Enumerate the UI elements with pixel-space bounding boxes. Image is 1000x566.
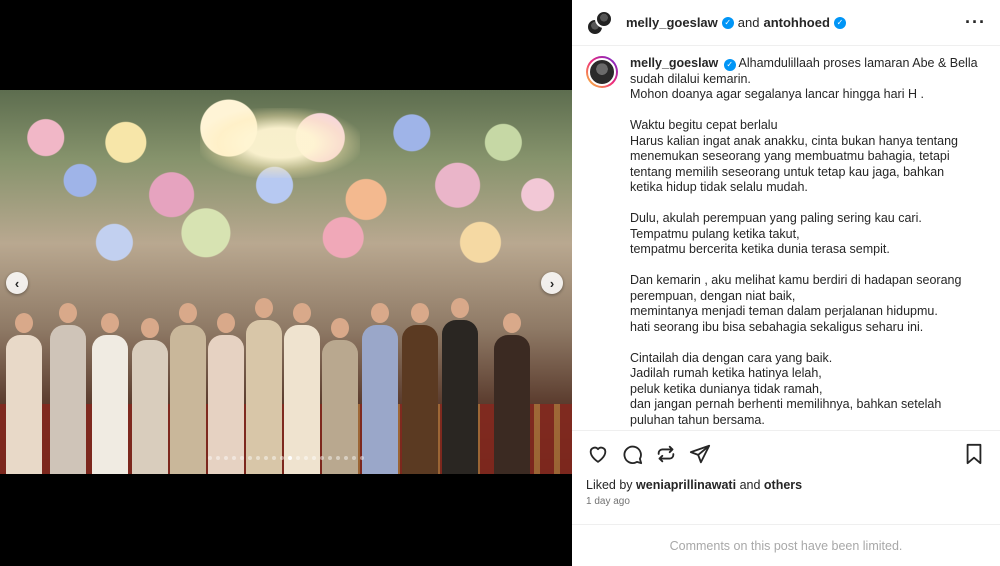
caption-first-line: melly_goeslaw ✓ Alhamdulillaah proses la…	[630, 56, 986, 72]
repost-icon	[657, 445, 675, 462]
person-figure	[208, 313, 244, 474]
caption-line: memintanya menjadi teman dalam perjalana…	[630, 304, 938, 318]
avatar[interactable]	[586, 56, 618, 88]
likes-summary: Liked by weniaprillinawati and others	[586, 478, 802, 492]
carousel-dot	[280, 456, 284, 460]
bookmark-icon	[966, 443, 982, 464]
person-figure	[284, 303, 320, 474]
carousel-dot	[344, 456, 348, 460]
carousel-dot	[336, 456, 340, 460]
caption-text: Alhamdulillaah proses lamaran Abe & Bell…	[738, 56, 978, 70]
carousel-dot	[224, 456, 228, 460]
caption-line: sudah dilalui kemarin.	[630, 71, 751, 86]
share-button[interactable]	[688, 442, 712, 466]
comment-icon	[623, 445, 643, 464]
person-figure	[246, 298, 282, 474]
caption-line: puluhan tahun bersama.	[630, 412, 765, 427]
carousel-dot	[216, 456, 220, 460]
carousel-dot	[328, 456, 332, 460]
carousel-dot	[272, 456, 276, 460]
carousel-dot	[288, 456, 292, 460]
caption-line: Jadilah rumah ketika hatinya lelah,	[630, 366, 822, 380]
carousel-indicator	[0, 456, 572, 460]
caption: melly_goeslaw ✓ Alhamdulillaah proses la…	[586, 56, 986, 430]
repost-button[interactable]	[654, 442, 678, 466]
carousel-dot	[360, 456, 364, 460]
verified-badge-icon: ✓	[721, 16, 734, 29]
avatar	[595, 9, 613, 28]
likes-prefix: Liked by	[586, 478, 633, 492]
person-figure	[494, 313, 530, 474]
caption-line: menemukan seseorang yang membuatmu bahag…	[630, 149, 950, 163]
caption-line: Waktu begitu cepat berlalu	[630, 118, 778, 132]
carousel-prev-button[interactable]: ‹	[6, 272, 28, 294]
liker-username[interactable]: weniaprillinawati	[636, 478, 736, 492]
caption-line: Tempatmu pulang ketika takut,	[630, 226, 800, 241]
person-figure	[402, 303, 438, 474]
carousel-dot	[240, 456, 244, 460]
caption-line: Harus kalian ingat anak anakku, cinta bu…	[630, 133, 959, 148]
carousel-dot	[352, 456, 356, 460]
caption-line: tentang memilih seseorang untuk tetap ka…	[630, 164, 945, 179]
caption-line: hati seorang ibu bisa sebahagia sekaligu…	[630, 319, 924, 334]
caption-line	[630, 258, 986, 274]
person-figure	[170, 303, 206, 474]
likes-joiner: and	[739, 478, 761, 492]
chandelier	[200, 108, 360, 178]
caption-line	[630, 196, 986, 212]
heart-icon	[589, 446, 607, 463]
carousel-dot	[296, 456, 300, 460]
post-media: ‹ ›	[0, 0, 572, 566]
like-button[interactable]	[586, 442, 610, 466]
post-header: melly_goeslaw ✓ and antohhoed ✓ ···	[572, 0, 1000, 46]
caption-line: dan jangan pernah berhenti memilihnya, b…	[630, 397, 942, 411]
carousel-dot	[320, 456, 324, 460]
carousel-dot	[248, 456, 252, 460]
caption-line: perempuan, dengan niat baik,	[630, 288, 796, 303]
send-icon	[689, 444, 711, 463]
carousel-dot	[232, 456, 236, 460]
collaborator-username[interactable]: antohhoed	[763, 15, 829, 30]
carousel-dot	[208, 456, 212, 460]
person-figure	[50, 303, 86, 474]
person-figure	[92, 313, 128, 474]
person-figure	[322, 318, 358, 474]
caption-line: peluk ketika dunianya tidak ramah,	[630, 381, 823, 396]
caption-username[interactable]: melly_goeslaw	[630, 56, 718, 70]
ellipsis-icon[interactable]: ···	[965, 12, 986, 33]
chevron-left-icon: ‹	[14, 275, 20, 291]
comment-button[interactable]	[620, 442, 644, 466]
likes-others-link[interactable]: others	[764, 478, 802, 492]
caption-line	[630, 103, 986, 119]
caption-line: Mohon doanya agar segalanya lancar hingg…	[630, 87, 924, 101]
collab-joiner: and	[737, 15, 760, 30]
save-button[interactable]	[962, 442, 986, 466]
post-side-panel: melly_goeslaw ✓ and antohhoed ✓ ··· mell…	[572, 0, 1000, 566]
carousel-dot	[304, 456, 308, 460]
group-of-people	[0, 298, 572, 474]
chevron-right-icon: ›	[549, 275, 555, 291]
caption-line: tempatmu bercerita ketika dunia terasa s…	[630, 242, 890, 256]
author-username[interactable]: melly_goeslaw	[626, 15, 718, 30]
person-figure	[442, 298, 478, 474]
comments-limited-notice: Comments on this post have been limited.	[572, 524, 1000, 566]
action-bar	[572, 430, 1000, 476]
person-figure	[362, 303, 398, 474]
carousel-next-button[interactable]: ›	[541, 272, 563, 294]
post-timestamp[interactable]: 1 day ago	[586, 496, 630, 507]
carousel-dot	[264, 456, 268, 460]
carousel-dot	[256, 456, 260, 460]
collab-avatars[interactable]	[586, 9, 613, 36]
caption-line: ketika hidup tidak selalu mudah.	[630, 180, 808, 194]
verified-badge-icon: ✓	[833, 16, 846, 29]
post-photo[interactable]	[0, 90, 572, 474]
person-figure	[132, 318, 168, 474]
caption-line	[630, 335, 986, 351]
caption-line: Dan kemarin , aku melihat kamu berdiri d…	[630, 273, 962, 287]
caption-line: Dulu, akulah perempuan yang paling serin…	[630, 211, 922, 225]
caption-line: Cintailah dia dengan cara yang baik.	[630, 350, 833, 365]
carousel-dot	[312, 456, 316, 460]
person-figure	[6, 313, 42, 474]
verified-badge-icon: ✓	[723, 59, 736, 71]
